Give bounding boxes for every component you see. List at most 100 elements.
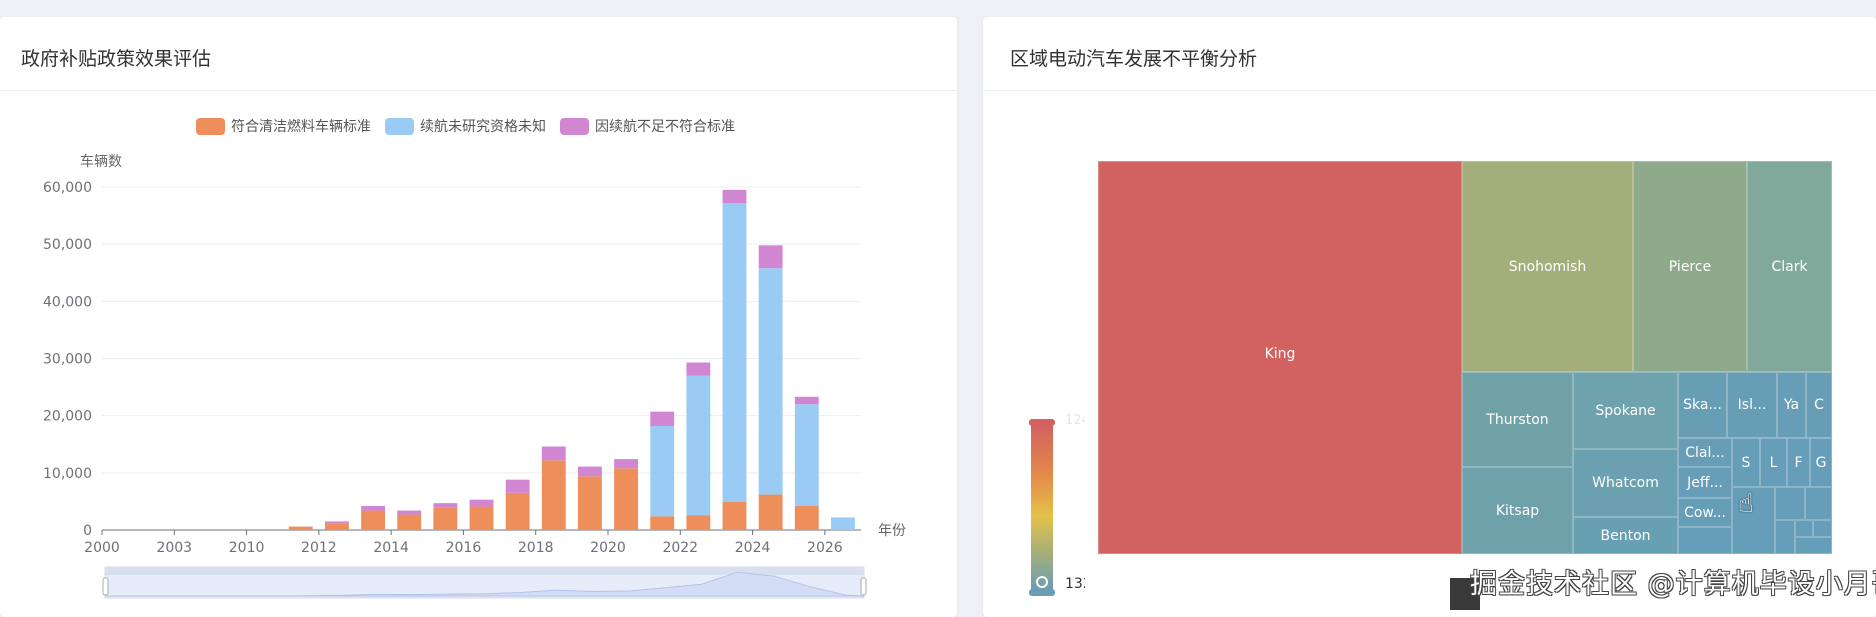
- treemap-label: King: [1264, 345, 1296, 362]
- bar-2023-series-0[interactable]: [722, 501, 747, 530]
- bar-2013-series-2[interactable]: [361, 505, 385, 511]
- visual-map-bottom-handle[interactable]: [1029, 589, 1055, 596]
- treemap-node-small[interactable]: [1775, 487, 1805, 520]
- watermark: 掘金技术社区 @计算机毕设小月哥: [1470, 569, 1876, 600]
- treemap-label: Benton: [1600, 527, 1651, 544]
- x-tick-label: 2018: [518, 540, 554, 556]
- bar-2023-series-2[interactable]: [722, 189, 747, 204]
- data-zoom-left-handle[interactable]: [102, 577, 109, 596]
- treemap-node-benton[interactable]: Benton: [1573, 517, 1678, 554]
- treemap-label: C: [1814, 397, 1824, 413]
- treemap-node-g[interactable]: G: [1810, 438, 1832, 487]
- x-tick-label: 2012: [301, 540, 337, 556]
- treemap-node-snohomish[interactable]: Snohomish: [1462, 161, 1633, 372]
- bar-2019-series-2[interactable]: [578, 466, 602, 477]
- y-tick-label: 60,000: [43, 180, 92, 196]
- bar-2013-series-0[interactable]: [361, 510, 385, 530]
- bar-2015-series-2[interactable]: [433, 503, 458, 508]
- treemap-node-king[interactable]: King: [1098, 161, 1462, 554]
- x-tick-label: 2022: [662, 540, 698, 556]
- bar-2012-series-2[interactable]: [325, 521, 349, 524]
- treemap-node-small[interactable]: [1678, 527, 1732, 554]
- treemap-node-clallam[interactable]: Clal...: [1678, 438, 1732, 467]
- treemap-label: Clark: [1771, 258, 1808, 275]
- treemap-label: Kitsap: [1495, 502, 1540, 519]
- x-tick-label: 2003: [156, 540, 192, 556]
- bar-2011-series-0[interactable]: [288, 526, 313, 530]
- treemap-label: Cow...: [1684, 504, 1726, 521]
- bar-2012-series-0[interactable]: [325, 523, 349, 530]
- bar-2016-series-0[interactable]: [469, 506, 494, 530]
- treemap-node-chelan[interactable]: C: [1806, 372, 1832, 438]
- treemap-label: Isl...: [1737, 397, 1767, 413]
- card-header: 区域电动汽车发展不平衡分析: [983, 17, 1876, 91]
- bar-2017-series-0[interactable]: [505, 492, 530, 530]
- treemap-node-whatcom[interactable]: Whatcom: [1573, 449, 1678, 517]
- treemap-node-jefferson[interactable]: Jeff...: [1678, 467, 1732, 498]
- treemap-node-small[interactable]: [1805, 487, 1832, 520]
- bar-2020-series-0[interactable]: [614, 468, 638, 530]
- y-tick-label: 20,000: [43, 409, 92, 425]
- bar-2019-series-0[interactable]: [578, 476, 602, 530]
- visual-map-top-handle[interactable]: [1029, 419, 1055, 426]
- treemap-node-pierce[interactable]: Pierce: [1633, 161, 1747, 372]
- treemap-node-island[interactable]: Isl...: [1727, 372, 1777, 438]
- treemap-label: Spokane: [1595, 402, 1656, 419]
- treemap-node-small[interactable]: [1795, 537, 1832, 554]
- treemap-node-f[interactable]: F: [1787, 438, 1810, 487]
- treemap-label: Pierce: [1668, 258, 1712, 275]
- treemap-node-cowlitz[interactable]: Cow...: [1678, 498, 1732, 527]
- hand-cursor-icon: ☝: [1738, 488, 1754, 518]
- treemap-node-skagit[interactable]: Ska...: [1678, 372, 1727, 438]
- y-tick-label: 30,000: [43, 352, 92, 368]
- treemap-node-clark[interactable]: Clark: [1747, 161, 1832, 372]
- x-tick-label: 2010: [229, 540, 265, 556]
- bar-2024-series-2[interactable]: [758, 245, 783, 269]
- treemap-node-kitsap[interactable]: Kitsap: [1462, 467, 1573, 554]
- treemap-node-small[interactable]: [1775, 520, 1795, 554]
- bar-2021-series-1[interactable]: [650, 425, 675, 517]
- bar-2023-series-1[interactable]: [722, 203, 747, 502]
- bar-2014-series-0[interactable]: [397, 514, 422, 530]
- y-tick-label: 0: [83, 523, 92, 539]
- bar-2022-series-1[interactable]: [686, 375, 711, 516]
- treemap-node-thurston[interactable]: Thurston: [1462, 372, 1573, 467]
- treemap-node-small[interactable]: [1813, 520, 1832, 537]
- bar-2025-series-0[interactable]: [794, 505, 819, 530]
- treemap-node-yakima[interactable]: Ya: [1777, 372, 1806, 438]
- x-tick-label: 2026: [807, 540, 843, 556]
- treemap-label: Snohomish: [1508, 258, 1587, 275]
- bar-2014-series-2[interactable]: [397, 510, 422, 515]
- bar-2017-series-2[interactable]: [505, 479, 530, 493]
- bar-2022-series-2[interactable]: [686, 362, 711, 376]
- bar-2022-series-0[interactable]: [686, 515, 711, 530]
- bar-2015-series-0[interactable]: [433, 507, 458, 530]
- bar-2018-series-0[interactable]: [541, 460, 566, 530]
- treemap-node-s[interactable]: S: [1732, 438, 1760, 487]
- data-zoom-right-handle[interactable]: [860, 577, 867, 596]
- treemap-label: Ya: [1783, 397, 1800, 413]
- x-axis-name: 年份: [878, 523, 906, 539]
- visual-map-max-label: 1242: [1065, 413, 1085, 428]
- x-tick-label: 2024: [735, 540, 771, 556]
- y-axis-name: 车辆数: [80, 153, 122, 170]
- bar-2021-series-2[interactable]: [650, 411, 675, 426]
- bar-2018-series-2[interactable]: [541, 446, 566, 461]
- visual-map-bar: [1031, 426, 1053, 590]
- bar-2026-series-1[interactable]: [831, 517, 855, 530]
- bar-2025-series-2[interactable]: [794, 396, 819, 405]
- treemap-node-spokane[interactable]: Spokane: [1573, 372, 1678, 449]
- bar-2024-series-0[interactable]: [758, 494, 783, 530]
- bar-2020-series-2[interactable]: [614, 459, 638, 469]
- visual-map[interactable]: 1242 1320: [1005, 410, 1085, 610]
- bar-2016-series-2[interactable]: [469, 499, 494, 507]
- treemap-label: Whatcom: [1592, 475, 1659, 491]
- x-tick-label: 2016: [446, 540, 482, 556]
- treemap-label: Thurston: [1486, 411, 1549, 428]
- treemap-node-l[interactable]: L: [1760, 438, 1787, 487]
- treemap-node-small[interactable]: [1795, 520, 1813, 537]
- bar-2024-series-1[interactable]: [758, 268, 783, 495]
- treemap-label: Ska...: [1683, 397, 1722, 413]
- bar-2021-series-0[interactable]: [650, 516, 675, 530]
- bar-2025-series-1[interactable]: [794, 404, 819, 506]
